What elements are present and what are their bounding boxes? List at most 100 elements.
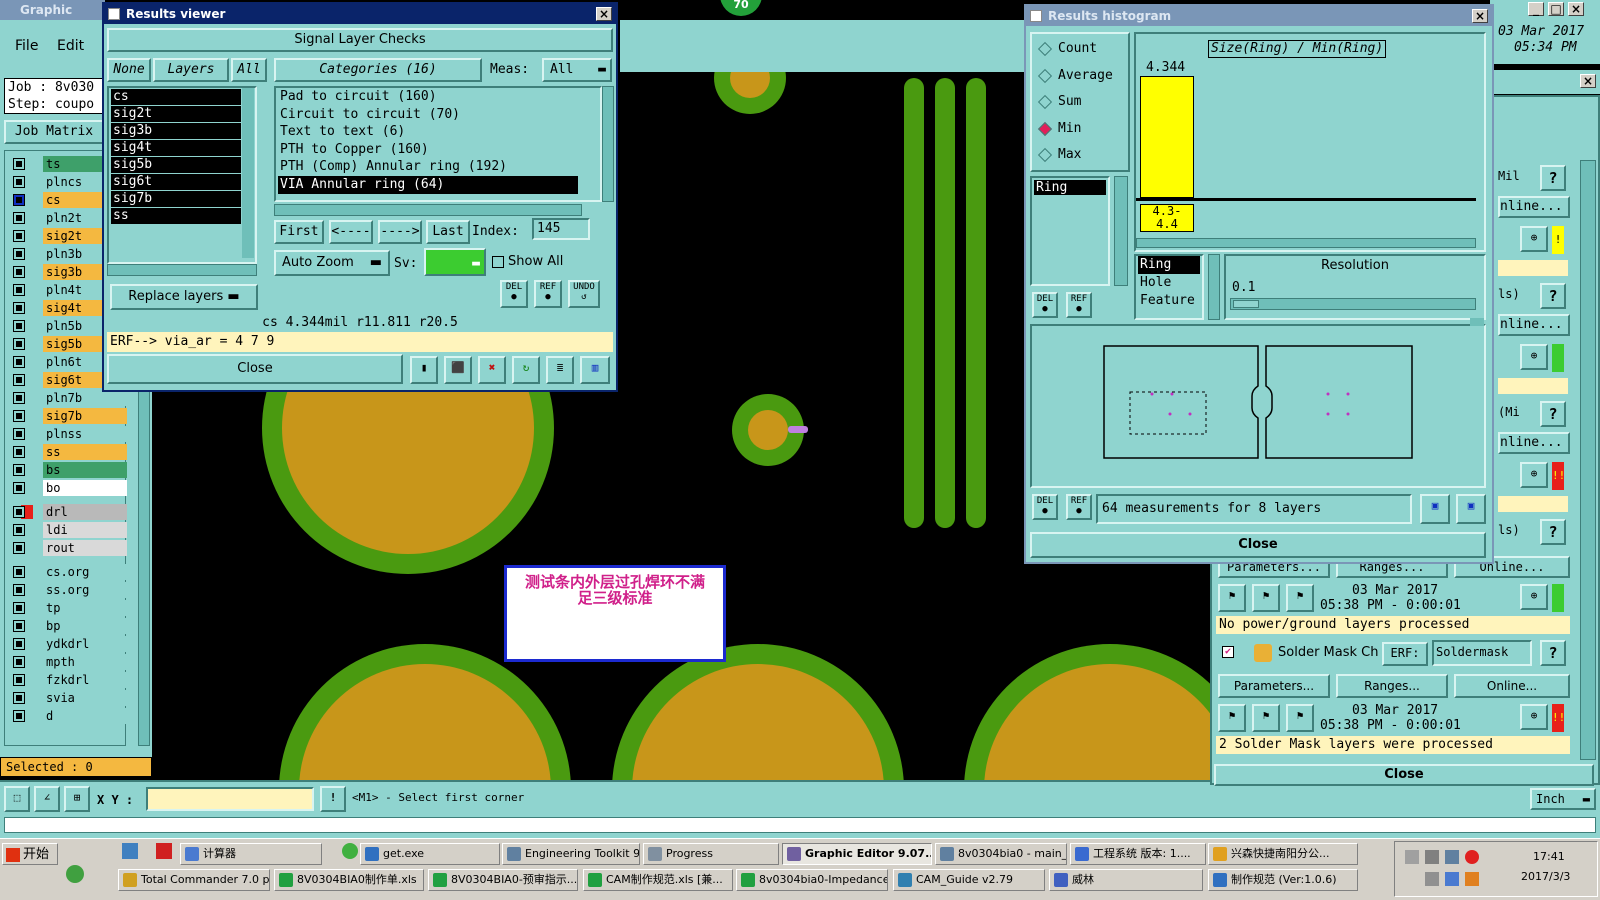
layer-checkbox[interactable]	[13, 266, 25, 278]
checks-close-button[interactable]: Close	[1214, 764, 1594, 786]
del-icon[interactable]: DEL ●	[500, 280, 528, 308]
layer-name[interactable]: mpth	[43, 654, 127, 670]
run-icon[interactable]: ⚑	[1218, 704, 1246, 732]
hist-type-item[interactable]: Ring	[1138, 256, 1200, 274]
ref-icon[interactable]: REF ●	[534, 280, 562, 308]
last-button[interactable]: Last	[426, 220, 470, 244]
results-viewer-close-button[interactable]: Close	[107, 354, 403, 384]
next-button[interactable]: ---->	[378, 220, 422, 244]
layer-checkbox[interactable]	[13, 692, 25, 704]
result-layer-item[interactable]: sig6t	[111, 174, 241, 190]
plot-hscroll[interactable]	[1136, 238, 1476, 248]
histogram-plot[interactable]: Size(Ring) / Min(Ring) 4.344 4.3- 4.4	[1134, 32, 1486, 252]
layer-name[interactable]: ldi	[43, 522, 127, 538]
xy-input[interactable]	[146, 787, 314, 811]
layer-checkbox[interactable]	[13, 428, 25, 440]
layer-row[interactable]: ss.org	[5, 581, 155, 599]
taskbar-item[interactable]: Total Commander 7.0 pu...	[118, 869, 270, 891]
stat-option[interactable]: Count	[1037, 40, 1128, 60]
del-icon[interactable]: DEL ●	[1032, 292, 1058, 318]
categories-hscroll[interactable]	[274, 204, 582, 216]
index-input[interactable]: 145	[532, 218, 590, 240]
online-button[interactable]: nline...	[1498, 314, 1570, 336]
layer-name[interactable]: plnss	[43, 426, 127, 442]
layer-name[interactable]: fzkdrl	[43, 672, 127, 688]
layer-checkbox[interactable]	[13, 374, 25, 386]
layer-checkbox[interactable]	[13, 602, 25, 614]
category-item[interactable]: VIA Annular ring (64)	[278, 175, 578, 194]
help-button[interactable]: ?	[1540, 283, 1566, 309]
preview-handle[interactable]	[1470, 318, 1484, 326]
layer-name[interactable]: pln7b	[43, 390, 127, 406]
zoom-icon[interactable]: ⊕	[1520, 344, 1548, 370]
layer-checkbox[interactable]	[13, 506, 25, 518]
start-button[interactable]: 开始	[2, 843, 58, 865]
histogram-bar[interactable]	[1140, 76, 1194, 198]
categories-header[interactable]: Categories (16)	[274, 58, 482, 82]
resolution-slider[interactable]	[1230, 298, 1476, 310]
result-layer-item[interactable]: sig4t	[111, 140, 241, 156]
pdf-icon[interactable]	[156, 843, 172, 859]
taskbar-item[interactable]: 8v0304bia0 - main_qa	[935, 843, 1067, 865]
category-item[interactable]: PTH to Copper (160)	[278, 141, 578, 159]
run-icon[interactable]: ⚑	[1252, 704, 1280, 732]
layer-checkbox[interactable]	[13, 320, 25, 332]
tray-icon[interactable]	[1405, 850, 1419, 864]
layer-name[interactable]: drl	[43, 504, 127, 520]
zoom-feature-icon[interactable]: ▣	[1420, 494, 1450, 524]
taskbar-item[interactable]: Graphic Editor 9.07...	[782, 843, 932, 865]
category-item[interactable]: Pad to circuit (160)	[278, 88, 578, 106]
result-layer-item[interactable]: sig3b	[111, 123, 241, 139]
result-layer-item[interactable]: ss	[111, 208, 241, 224]
help-button[interactable]: ?	[1540, 519, 1566, 545]
layers-tab[interactable]: Layers	[153, 58, 229, 82]
layer-row[interactable]: plnss	[5, 425, 155, 443]
layers-all-button[interactable]: All	[231, 58, 267, 82]
run-icon[interactable]: ⚑	[1218, 584, 1246, 612]
layer-checkbox[interactable]	[13, 176, 25, 188]
panel-close-icon[interactable]: ×	[1580, 74, 1596, 88]
quicklaunch-icon[interactable]	[66, 865, 84, 883]
tray-icon[interactable]	[1465, 872, 1479, 886]
layers-list-scrollbar[interactable]	[242, 88, 254, 258]
layers-hscroll[interactable]	[107, 264, 257, 276]
layer-name[interactable]: rout	[43, 540, 127, 556]
layer-row[interactable]: fzkdrl	[5, 671, 155, 689]
ranges-button[interactable]: Ranges...	[1336, 674, 1448, 698]
layer-checkbox[interactable]	[13, 638, 25, 650]
units-dropdown[interactable]: Inch ▬	[1530, 788, 1596, 810]
layers-none-button[interactable]: None	[107, 58, 151, 82]
prev-button[interactable]: <----	[329, 220, 373, 244]
network-icon[interactable]	[1445, 850, 1459, 864]
layer-row[interactable]: bs	[5, 461, 155, 479]
category-item[interactable]: Circuit to circuit (70)	[278, 106, 578, 124]
tray-icon[interactable]	[1425, 850, 1439, 864]
hist-type-scroll[interactable]	[1208, 254, 1220, 320]
radio-diamond-icon[interactable]	[1037, 147, 1053, 163]
taskbar-item[interactable]: 威林	[1049, 869, 1203, 891]
zoom-icon[interactable]: ⊕	[1520, 462, 1548, 488]
layer-name[interactable]: sig7b	[43, 408, 127, 424]
stat-option[interactable]: Average	[1037, 67, 1128, 87]
layer-row[interactable]: mpth	[5, 653, 155, 671]
close-icon[interactable]: ×	[596, 7, 612, 21]
radio-diamond-icon[interactable]	[1037, 94, 1053, 110]
hist-feature-scroll[interactable]	[1114, 176, 1128, 286]
close-icon[interactable]: ×	[1472, 9, 1488, 23]
ref-icon[interactable]: REF ●	[1066, 292, 1092, 318]
hist-type-list[interactable]: Ring Hole Feature	[1134, 254, 1204, 320]
layer-checkbox[interactable]	[13, 542, 25, 554]
hist-feature-list[interactable]: Ring	[1030, 176, 1110, 286]
layer-checkbox[interactable]	[13, 248, 25, 260]
layer-checkbox[interactable]	[13, 302, 25, 314]
taskbar-item[interactable]: Engineering Toolkit 9....	[502, 843, 640, 865]
erf-value[interactable]: Soldermask	[1432, 640, 1532, 666]
radio-diamond-icon[interactable]	[1037, 41, 1053, 57]
layer-name[interactable]: svia	[43, 690, 127, 706]
layer-name[interactable]: ss.org	[43, 582, 127, 598]
layer-checkbox[interactable]	[13, 584, 25, 596]
help-button[interactable]: ?	[1540, 165, 1566, 191]
run-icon[interactable]: ⚑	[1286, 704, 1314, 732]
taskbar-item[interactable]: 8v0304bia0-Impedance ...	[736, 869, 888, 891]
layer-name[interactable]: bp	[43, 618, 127, 634]
